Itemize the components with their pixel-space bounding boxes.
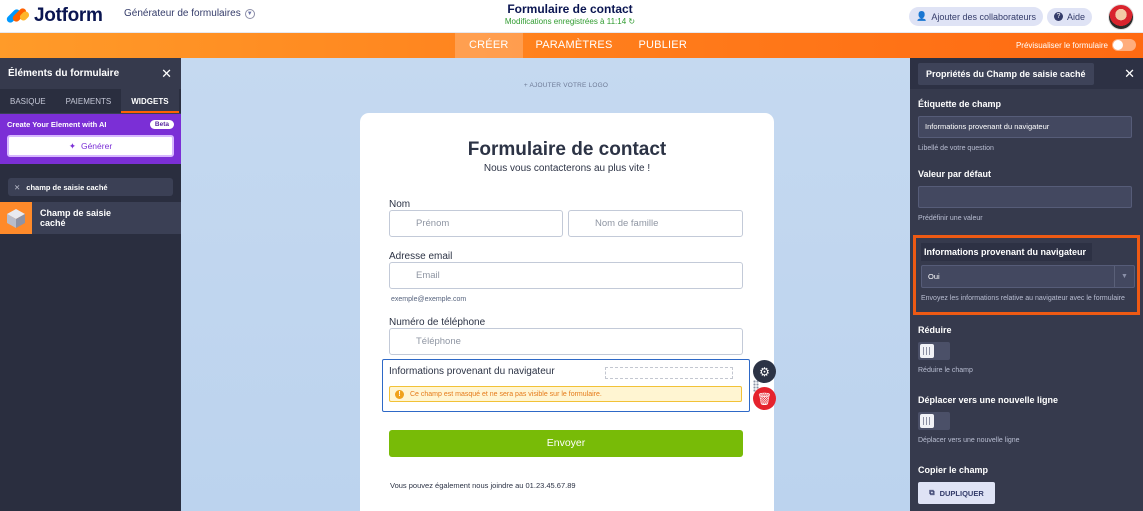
- shrink-section: Réduire Réduire le champ: [910, 325, 1143, 376]
- hidden-field-label[interactable]: Informations provenant du navigateur: [389, 366, 555, 377]
- add-logo-link[interactable]: + AJOUTER VOTRE LOGO: [181, 82, 951, 89]
- field-label-input[interactable]: Informations provenant du navigateur: [918, 116, 1132, 138]
- properties-panel: Propriétés du Champ de saisie caché ✕ Ét…: [910, 58, 1143, 511]
- builder-nav: CRÉER PARAMÈTRES PUBLIER Prévisualiser l…: [0, 33, 1143, 58]
- shrink-toggle[interactable]: [918, 342, 950, 360]
- phone-input[interactable]: Téléphone: [389, 328, 743, 355]
- cube-icon: [0, 202, 32, 234]
- duplicate-button[interactable]: ⧉ DUPLIQUER: [918, 482, 995, 504]
- form-elements-panel: Éléments du formulaire ✕ BASIQUE PAIEMEN…: [0, 58, 181, 511]
- browser-info-value: Oui: [928, 272, 940, 281]
- beta-badge: Beta: [149, 120, 174, 129]
- ai-title: Create Your Element with AI: [7, 120, 107, 129]
- generate-button[interactable]: ✦ Générer: [7, 135, 174, 157]
- move-title: Déplacer vers une nouvelle ligne: [918, 395, 1059, 405]
- jotform-logo[interactable]: Jotform: [5, 5, 103, 27]
- move-line-section: Déplacer vers une nouvelle ligne Déplace…: [910, 395, 1143, 446]
- tab-widgets[interactable]: WIDGETS: [121, 89, 179, 113]
- builder-label: Générateur de formulaires: [124, 8, 241, 19]
- browser-info-title: Informations provenant du navigateur: [921, 243, 1093, 261]
- email-input[interactable]: Email: [389, 262, 743, 289]
- shrink-desc: Réduire le champ: [918, 367, 973, 374]
- help-icon: ?: [1053, 12, 1063, 21]
- name-label: Nom: [389, 199, 411, 210]
- form-canvas: + AJOUTER VOTRE LOGO Formulaire de conta…: [181, 58, 910, 511]
- phone-label: Numéro de téléphone: [389, 317, 486, 328]
- add-collaborators-button[interactable]: 👤 Ajouter des collaborateurs: [909, 7, 1043, 26]
- browser-info-section: Informations provenant du navigateur Oui…: [913, 235, 1140, 315]
- copy-title: Copier le champ: [918, 465, 989, 475]
- field-settings-button[interactable]: ⚙: [753, 360, 776, 383]
- element-label: Champ de saisie caché: [40, 208, 112, 228]
- default-value-desc: Prédéfinir une valeur: [918, 215, 983, 222]
- dropdown-arrow-icon: ▼: [1114, 266, 1134, 287]
- form-card: Formulaire de contact Nous vous contacte…: [360, 113, 776, 511]
- refresh-icon: ↻: [628, 17, 636, 26]
- chevron-down-icon: ▼: [244, 8, 255, 19]
- shrink-title: Réduire: [918, 325, 952, 335]
- tab-publish[interactable]: PUBLIER: [626, 33, 700, 58]
- warning-icon: !: [395, 389, 404, 399]
- top-header: Jotform Générateur de formulaires ▼ Form…: [0, 0, 1143, 33]
- user-icon: 👤: [916, 11, 928, 21]
- panel-title: Éléments du formulaire: [8, 68, 120, 79]
- save-status: Modifications enregistrées à 11:14 ↻: [504, 17, 636, 26]
- header-form-title[interactable]: Formulaire de contact: [480, 2, 660, 16]
- clear-search-icon[interactable]: ✕: [14, 183, 20, 192]
- submit-button[interactable]: Envoyer: [389, 430, 743, 457]
- avatar[interactable]: [1108, 3, 1134, 30]
- browser-info-desc: Envoyez les informations relative au nav…: [921, 295, 1125, 302]
- email-hint: exemple@exemple.com: [391, 296, 467, 303]
- field-label-desc: Libellé de votre question: [918, 145, 994, 152]
- tab-create[interactable]: CRÉER: [455, 33, 523, 58]
- hidden-field-warning: ! Ce champ est masqué et ne sera pas vis…: [389, 386, 742, 402]
- preview-label: Prévisualiser le formulaire: [1015, 40, 1108, 50]
- search-tag-label: champ de saisie caché: [26, 182, 108, 192]
- close-icon[interactable]: ✕: [161, 66, 172, 82]
- tab-payments[interactable]: PAIEMENTS: [56, 89, 122, 113]
- jotform-logo-mark-icon: [5, 6, 31, 26]
- form-subheading[interactable]: Nous vous contacterons au plus vite !: [360, 163, 774, 174]
- default-value-section: Valeur par défaut Prédéfinir une valeur: [910, 169, 1143, 224]
- hidden-field-selected[interactable]: Informations provenant du navigateur ! C…: [382, 359, 759, 412]
- field-label-title: Étiquette de champ: [918, 99, 1002, 109]
- default-value-input[interactable]: [918, 186, 1132, 208]
- close-icon[interactable]: ✕: [1124, 66, 1135, 82]
- trash-icon: 🗑: [756, 391, 773, 406]
- browser-info-select[interactable]: Oui ▼: [921, 265, 1135, 288]
- move-desc: Déplacer vers une nouvelle ligne: [918, 437, 1020, 444]
- last-name-input[interactable]: Nom de famille: [568, 210, 743, 237]
- copy-field-section: Copier le champ ⧉ DUPLIQUER: [910, 465, 1143, 504]
- delete-field-button[interactable]: 🗑: [753, 387, 776, 410]
- field-label-section: Étiquette de champ Informations provenan…: [910, 99, 1143, 154]
- form-heading[interactable]: Formulaire de contact: [360, 139, 774, 161]
- gear-icon: ⚙: [759, 364, 770, 379]
- email-label: Adresse email: [389, 251, 453, 262]
- first-name-input[interactable]: Prénom: [389, 210, 563, 237]
- form-footer-text[interactable]: Vous pouvez également nous joindre au 01…: [390, 481, 576, 490]
- tab-settings[interactable]: PARAMÈTRES: [523, 33, 626, 58]
- search-filter-tag[interactable]: ✕ champ de saisie caché: [8, 178, 173, 196]
- builder-selector[interactable]: Générateur de formulaires ▼: [124, 8, 255, 19]
- default-value-title: Valeur par défaut: [918, 169, 992, 179]
- ai-element-box: Create Your Element with AI Beta ✦ Génér…: [0, 114, 181, 164]
- brand-name: Jotform: [34, 5, 103, 26]
- form-title-header: Formulaire de contact Modifications enre…: [480, 2, 660, 26]
- preview-form: Prévisualiser le formulaire: [1016, 39, 1136, 51]
- move-toggle[interactable]: [918, 412, 950, 430]
- help-button[interactable]: ? Aide: [1046, 7, 1092, 26]
- tab-basic[interactable]: BASIQUE: [0, 89, 56, 113]
- properties-title: Propriétés du Champ de saisie caché: [918, 62, 1094, 85]
- element-hidden-field[interactable]: Champ de saisie caché: [0, 202, 181, 234]
- copy-icon: ⧉: [929, 488, 935, 497]
- sparkle-icon: ✦: [68, 140, 76, 151]
- preview-toggle[interactable]: [1112, 39, 1136, 51]
- hidden-field-placeholder: [605, 367, 733, 379]
